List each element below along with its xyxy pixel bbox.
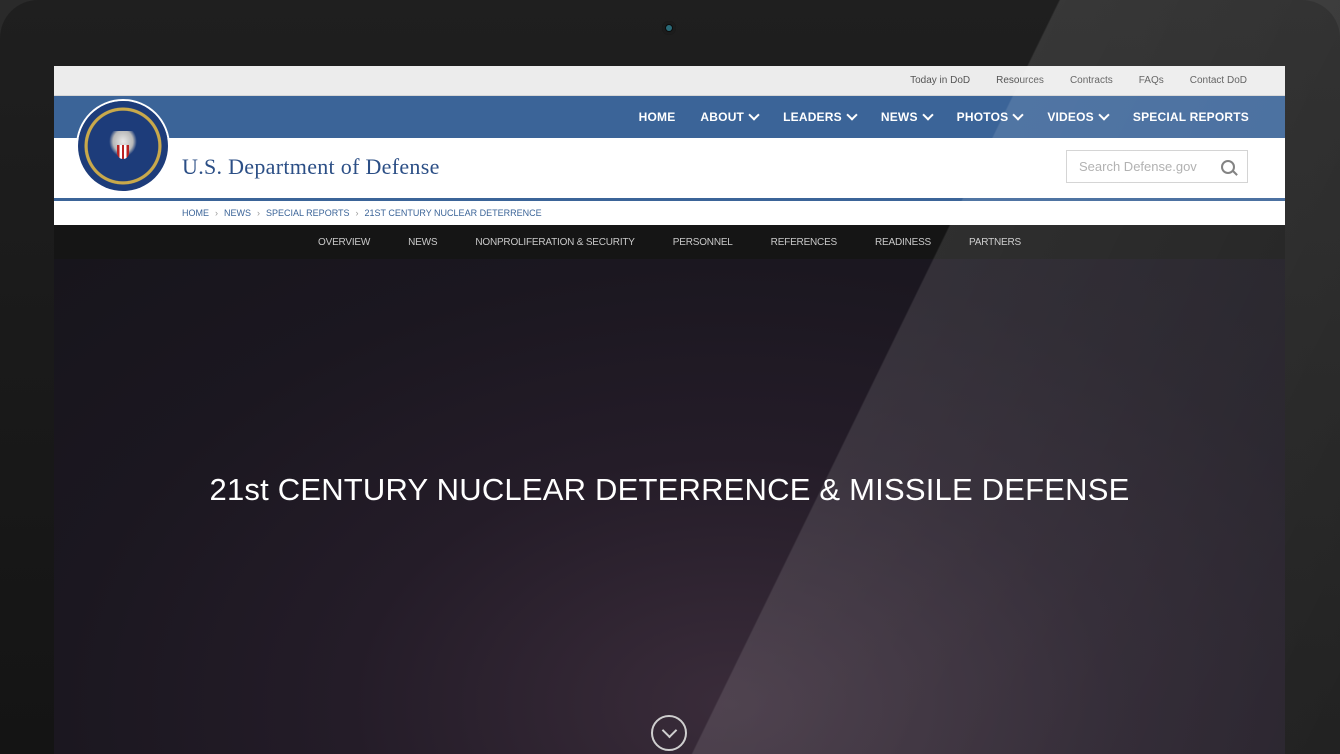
nav-leaders[interactable]: LEADERS bbox=[783, 109, 858, 124]
nav-home-label: HOME bbox=[638, 110, 676, 124]
search-icon[interactable] bbox=[1221, 160, 1235, 174]
utility-link-today-in-dod[interactable]: Today in DoD bbox=[910, 75, 970, 86]
scroll-down-button[interactable] bbox=[651, 715, 687, 751]
nav-photos-label: PHOTOS bbox=[956, 110, 1009, 124]
main-nav: HOME ABOUT LEADERS NEWS PHOTOS VIDEOS SP… bbox=[54, 96, 1285, 138]
chevron-down-icon bbox=[1098, 109, 1110, 121]
breadcrumb-current[interactable]: 21ST CENTURY NUCLEAR DETERRENCE bbox=[365, 208, 542, 218]
search-input[interactable] bbox=[1067, 151, 1215, 182]
shield-icon bbox=[117, 145, 129, 159]
webcam bbox=[662, 21, 676, 35]
hero-title: 21st CENTURY NUCLEAR DETERRENCE & MISSIL… bbox=[209, 472, 1130, 507]
chevron-down-icon bbox=[661, 722, 678, 739]
nav-photos[interactable]: PHOTOS bbox=[956, 109, 1024, 124]
breadcrumb-home[interactable]: HOME bbox=[182, 208, 209, 218]
utility-link-resources[interactable]: Resources bbox=[996, 75, 1044, 86]
section-tab-nonproliferation[interactable]: NONPROLIFERATION & SECURITY bbox=[475, 237, 635, 248]
nav-news[interactable]: NEWS bbox=[880, 109, 934, 124]
nav-special-reports-label: SPECIAL REPORTS bbox=[1132, 110, 1249, 124]
chevron-right-icon: › bbox=[215, 208, 218, 218]
nav-special-reports[interactable]: SPECIAL REPORTS bbox=[1133, 110, 1249, 124]
nav-news-label: NEWS bbox=[880, 110, 918, 124]
chevron-down-icon bbox=[921, 109, 934, 121]
browser-screen: Today in DoD Resources Contracts FAQs Co… bbox=[54, 66, 1285, 754]
section-tab-personnel[interactable]: PERSONNEL bbox=[673, 237, 733, 248]
nav-leaders-label: LEADERS bbox=[783, 110, 842, 124]
utility-link-faqs[interactable]: FAQs bbox=[1139, 75, 1164, 86]
section-tab-overview[interactable]: OVERVIEW bbox=[318, 237, 370, 248]
nav-about-label: ABOUT bbox=[700, 110, 745, 124]
section-tab-news[interactable]: NEWS bbox=[408, 237, 437, 248]
nav-videos-label: VIDEOS bbox=[1047, 110, 1094, 124]
nav-home[interactable]: HOME bbox=[639, 110, 676, 124]
utility-link-contracts[interactable]: Contracts bbox=[1070, 75, 1113, 86]
section-nav: OVERVIEW NEWS NONPROLIFERATION & SECURIT… bbox=[54, 225, 1285, 259]
dod-seal-logo[interactable] bbox=[78, 101, 168, 191]
chevron-down-icon bbox=[846, 109, 858, 121]
utility-link-contact-dod[interactable]: Contact DoD bbox=[1190, 75, 1247, 86]
chevron-right-icon: › bbox=[355, 208, 359, 218]
nav-videos[interactable]: VIDEOS bbox=[1047, 109, 1110, 124]
breadcrumb-news[interactable]: NEWS bbox=[224, 208, 251, 218]
section-tab-partners[interactable]: PARTNERS bbox=[969, 237, 1021, 248]
section-tab-references[interactable]: REFERENCES bbox=[771, 237, 838, 248]
site-title[interactable]: U.S. Department of Defense bbox=[182, 154, 440, 180]
utility-bar: Today in DoD Resources Contracts FAQs Co… bbox=[54, 66, 1285, 96]
nav-about[interactable]: ABOUT bbox=[700, 109, 760, 124]
section-tab-readiness[interactable]: READINESS bbox=[875, 237, 931, 248]
chevron-down-icon bbox=[1012, 109, 1024, 121]
search-box bbox=[1066, 150, 1248, 183]
chevron-right-icon: › bbox=[257, 208, 260, 218]
chevron-down-icon bbox=[748, 109, 760, 121]
breadcrumb: HOME › NEWS › SPECIAL REPORTS › 21ST CEN… bbox=[54, 201, 1285, 225]
breadcrumb-special-reports[interactable]: SPECIAL REPORTS bbox=[266, 208, 350, 218]
hero-banner: 21st CENTURY NUCLEAR DETERRENCE & MISSIL… bbox=[54, 259, 1285, 754]
